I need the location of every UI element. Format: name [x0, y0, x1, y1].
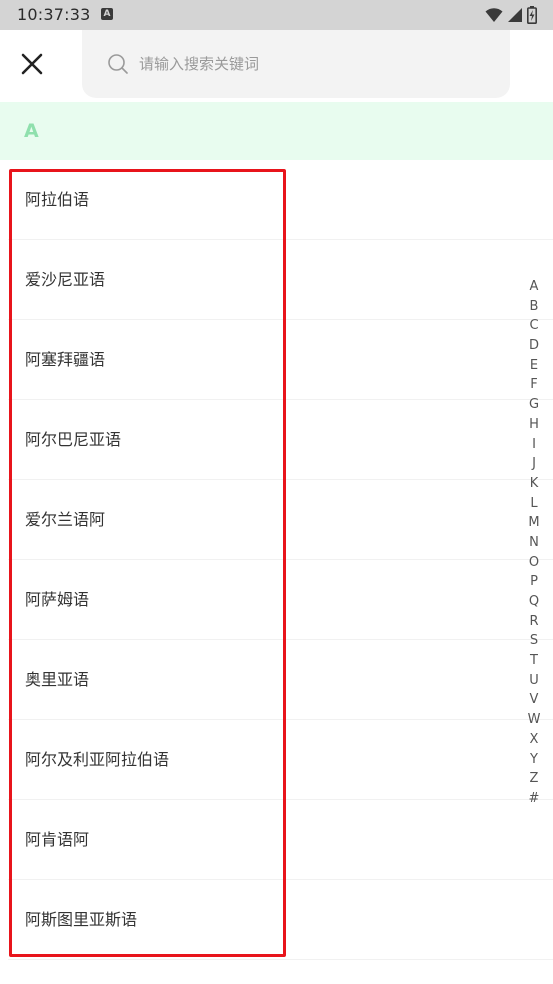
index-letter-u[interactable]: U — [524, 671, 544, 691]
language-label: 阿尔及利亚阿拉伯语 — [25, 750, 170, 769]
search-box[interactable] — [82, 30, 510, 98]
index-letter-w[interactable]: W — [524, 710, 544, 730]
index-letter-s[interactable]: S — [524, 631, 544, 651]
index-letter-x[interactable]: X — [524, 730, 544, 750]
language-label: 阿尔巴尼亚语 — [25, 430, 122, 449]
battery-charging-icon — [527, 6, 537, 24]
index-letter-c[interactable]: C — [524, 316, 544, 336]
status-time: 10:37:33 — [17, 5, 91, 24]
list-item[interactable]: 阿斯图里亚斯语 — [8, 880, 553, 960]
list-item[interactable]: 阿尔及利亚阿拉伯语 — [8, 720, 553, 800]
list-item[interactable]: 阿肯语阿 — [8, 800, 553, 880]
language-list: 阿拉伯语 爱沙尼亚语 阿塞拜疆语 阿尔巴尼亚语 爱尔兰语阿 阿萨姆语 奥里亚语 … — [0, 160, 553, 960]
index-letter-l[interactable]: L — [524, 494, 544, 514]
section-header-a: A — [0, 102, 553, 160]
index-letter-j[interactable]: J — [524, 454, 544, 474]
language-label: 阿萨姆语 — [25, 590, 90, 609]
index-letter-hash[interactable]: # — [524, 789, 544, 809]
language-label: 阿塞拜疆语 — [25, 350, 106, 369]
status-bar: 10:37:33 A — [0, 0, 553, 30]
index-letter-i[interactable]: I — [524, 435, 544, 455]
list-item[interactable]: 阿萨姆语 — [8, 560, 553, 640]
notification-a-icon: A — [101, 8, 113, 20]
language-label: 爱尔兰语阿 — [25, 510, 106, 529]
cellular-signal-icon — [508, 8, 522, 22]
alphabet-index-bar[interactable]: A B C D E F G H I J K L M N O P Q R S T … — [524, 277, 544, 809]
list-item[interactable]: 奥里亚语 — [8, 640, 553, 720]
index-letter-f[interactable]: F — [524, 375, 544, 395]
language-label: 阿肯语阿 — [25, 830, 90, 849]
list-item[interactable]: 阿塞拜疆语 — [8, 320, 553, 400]
status-icons — [485, 6, 537, 24]
index-letter-r[interactable]: R — [524, 612, 544, 632]
list-item[interactable]: 阿尔巴尼亚语 — [8, 400, 553, 480]
index-letter-q[interactable]: Q — [524, 592, 544, 612]
index-letter-d[interactable]: D — [524, 336, 544, 356]
section-letter: A — [24, 120, 39, 142]
language-label: 阿拉伯语 — [25, 190, 90, 209]
language-label: 爱沙尼亚语 — [25, 270, 106, 289]
search-input[interactable] — [137, 54, 481, 74]
language-label: 阿斯图里亚斯语 — [25, 910, 138, 929]
index-letter-b[interactable]: B — [524, 297, 544, 317]
index-letter-k[interactable]: K — [524, 474, 544, 494]
index-letter-h[interactable]: H — [524, 415, 544, 435]
index-letter-n[interactable]: N — [524, 533, 544, 553]
index-letter-z[interactable]: Z — [524, 769, 544, 789]
close-icon — [21, 53, 43, 75]
index-letter-e[interactable]: E — [524, 356, 544, 376]
index-letter-v[interactable]: V — [524, 690, 544, 710]
list-item[interactable]: 阿拉伯语 — [8, 160, 553, 240]
index-letter-a[interactable]: A — [524, 277, 544, 297]
index-letter-t[interactable]: T — [524, 651, 544, 671]
language-label: 奥里亚语 — [25, 670, 90, 689]
list-item[interactable]: 爱沙尼亚语 — [8, 240, 553, 320]
index-letter-g[interactable]: G — [524, 395, 544, 415]
close-button[interactable] — [12, 44, 52, 84]
list-item[interactable]: 爱尔兰语阿 — [8, 480, 553, 560]
index-letter-o[interactable]: O — [524, 553, 544, 573]
search-header — [0, 30, 553, 102]
index-letter-p[interactable]: P — [524, 572, 544, 592]
wifi-icon — [485, 8, 503, 22]
search-icon — [107, 53, 129, 75]
index-letter-m[interactable]: M — [524, 513, 544, 533]
index-letter-y[interactable]: Y — [524, 750, 544, 770]
